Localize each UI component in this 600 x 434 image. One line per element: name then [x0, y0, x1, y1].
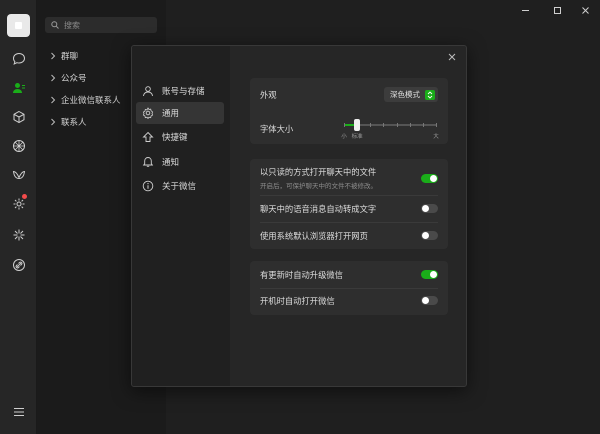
toggle-knob — [430, 271, 437, 278]
appearance-label: 外观 — [260, 89, 277, 100]
appearance-row: 外观 深色模式 — [260, 86, 438, 103]
display-settings-card: 外观 深色模式 字体大小 小 标准 大 — [250, 78, 448, 144]
close-icon — [581, 6, 589, 14]
readonly-files-toggle[interactable] — [421, 173, 438, 183]
moments-icon[interactable] — [9, 136, 28, 155]
dialog-close-button[interactable] — [446, 51, 458, 63]
nav-label: 通用 — [162, 109, 180, 119]
group-label: 联系人 — [61, 118, 87, 128]
slider-min-label: 小 — [341, 134, 347, 140]
default-browser-label: 使用系统默认浏览器打开网页 — [260, 230, 368, 241]
font-size-slider[interactable]: 小 标准 大 — [341, 118, 439, 140]
group-label: 企业微信联系人 — [61, 96, 121, 106]
search-icon — [51, 21, 59, 29]
slider-tick — [409, 123, 411, 127]
chat-icon[interactable] — [9, 49, 28, 68]
user-icon — [143, 86, 153, 97]
search-placeholder: 搜索 — [64, 20, 80, 30]
group-wecom-contacts[interactable]: 企业微信联系人 — [49, 93, 121, 107]
contacts-icon[interactable] — [9, 78, 28, 97]
nav-about[interactable]: 关于微信 — [136, 175, 224, 197]
font-size-label: 字体大小 — [260, 124, 294, 134]
nav-label: 账号与存储 — [162, 87, 205, 97]
nav-label: 关于微信 — [162, 182, 197, 192]
settings-dialog: 账号与存储 通用 快捷键 通知 关于微信 外观 深色模式 字体大小 小 标准 大… — [131, 45, 467, 387]
group-label: 群聊 — [61, 52, 79, 62]
notification-dot — [22, 194, 27, 199]
favorites-icon[interactable] — [9, 107, 28, 126]
auto-update-label: 有更新时自动升级微信 — [260, 269, 343, 280]
maximize-icon — [553, 6, 561, 14]
divider — [260, 195, 438, 196]
group-label: 公众号 — [61, 74, 87, 84]
nav-label: 快捷键 — [162, 133, 188, 143]
chevron-right-icon — [51, 96, 56, 104]
font-size-row: 字体大小 小 标准 大 — [260, 118, 439, 140]
toggle-knob — [430, 174, 437, 182]
link-icon[interactable] — [9, 255, 28, 274]
divider — [260, 222, 438, 223]
minimize-button[interactable] — [518, 4, 532, 16]
group-chats[interactable]: 群聊 — [49, 49, 78, 63]
avatar[interactable] — [7, 14, 30, 37]
updown-icon — [425, 89, 435, 100]
slider-thumb[interactable] — [354, 119, 361, 131]
toggle-knob — [422, 205, 429, 212]
info-icon — [142, 180, 154, 192]
nav-notifications[interactable]: 通知 — [136, 151, 224, 173]
slider-tick — [436, 123, 437, 127]
nav-account-storage[interactable]: 账号与存储 — [136, 80, 224, 102]
channels-icon[interactable] — [9, 165, 28, 184]
auto-update-toggle[interactable] — [421, 270, 438, 279]
appearance-select[interactable]: 深色模式 — [384, 87, 438, 102]
mini-programs-icon[interactable] — [9, 194, 28, 213]
auto-start-row: 开机时自动打开微信 — [260, 292, 438, 309]
nav-label: 通知 — [162, 158, 180, 168]
auto-start-toggle[interactable] — [421, 296, 438, 305]
appearance-value: 深色模式 — [390, 90, 420, 99]
group-official-accounts[interactable]: 公众号 — [49, 71, 87, 85]
readonly-files-description: 开启后，可保护聊天中的文件不被修改。 — [260, 182, 377, 190]
slider-tick — [396, 123, 398, 127]
toggle-knob — [422, 297, 429, 304]
readonly-files-label: 以只读的方式打开聊天中的文件 — [260, 167, 377, 177]
default-browser-row: 使用系统默认浏览器打开网页 — [260, 227, 438, 244]
system-settings-card: 有更新时自动升级微信 开机时自动打开微信 — [250, 261, 448, 315]
slider-mid-label: 标准 — [351, 134, 363, 140]
chevron-right-icon — [51, 118, 56, 126]
group-contacts[interactable]: 联系人 — [49, 115, 87, 129]
divider — [260, 288, 438, 289]
voice-to-text-label: 聊天中的语音消息自动转成文字 — [260, 203, 377, 214]
toggle-knob — [422, 232, 429, 239]
nav-rail — [0, 0, 37, 434]
readonly-files-row: 以只读的方式打开聊天中的文件 开启后，可保护聊天中的文件不被修改。 — [260, 166, 438, 190]
chat-settings-card: 以只读的方式打开聊天中的文件 开启后，可保护聊天中的文件不被修改。 聊天中的语音… — [250, 159, 448, 249]
search-input[interactable]: 搜索 — [45, 17, 157, 33]
close-icon — [448, 53, 456, 61]
voice-to-text-toggle[interactable] — [421, 204, 438, 213]
chevron-right-icon — [51, 52, 56, 60]
menu-icon[interactable] — [9, 402, 28, 421]
close-window-button[interactable] — [578, 4, 592, 16]
slider-tick — [370, 123, 372, 127]
search-feature-icon[interactable] — [9, 225, 28, 244]
gear-icon — [142, 107, 154, 119]
slider-tick — [383, 123, 385, 127]
nav-general[interactable]: 通用 — [136, 102, 224, 124]
minimize-icon — [521, 9, 529, 11]
auto-update-row: 有更新时自动升级微信 — [260, 266, 438, 283]
slider-max-label: 大 — [433, 134, 439, 140]
shortcut-icon — [142, 131, 154, 142]
settings-sidebar: 账号与存储 通用 快捷键 通知 关于微信 — [132, 46, 230, 386]
slider-tick — [344, 123, 345, 127]
slider-tick — [422, 123, 424, 127]
bell-icon — [142, 157, 154, 167]
auto-start-label: 开机时自动打开微信 — [260, 295, 335, 306]
nav-shortcuts[interactable]: 快捷键 — [136, 126, 224, 148]
voice-to-text-row: 聊天中的语音消息自动转成文字 — [260, 200, 438, 217]
chevron-right-icon — [51, 74, 56, 82]
default-browser-toggle[interactable] — [421, 231, 438, 240]
maximize-button[interactable] — [550, 4, 564, 16]
